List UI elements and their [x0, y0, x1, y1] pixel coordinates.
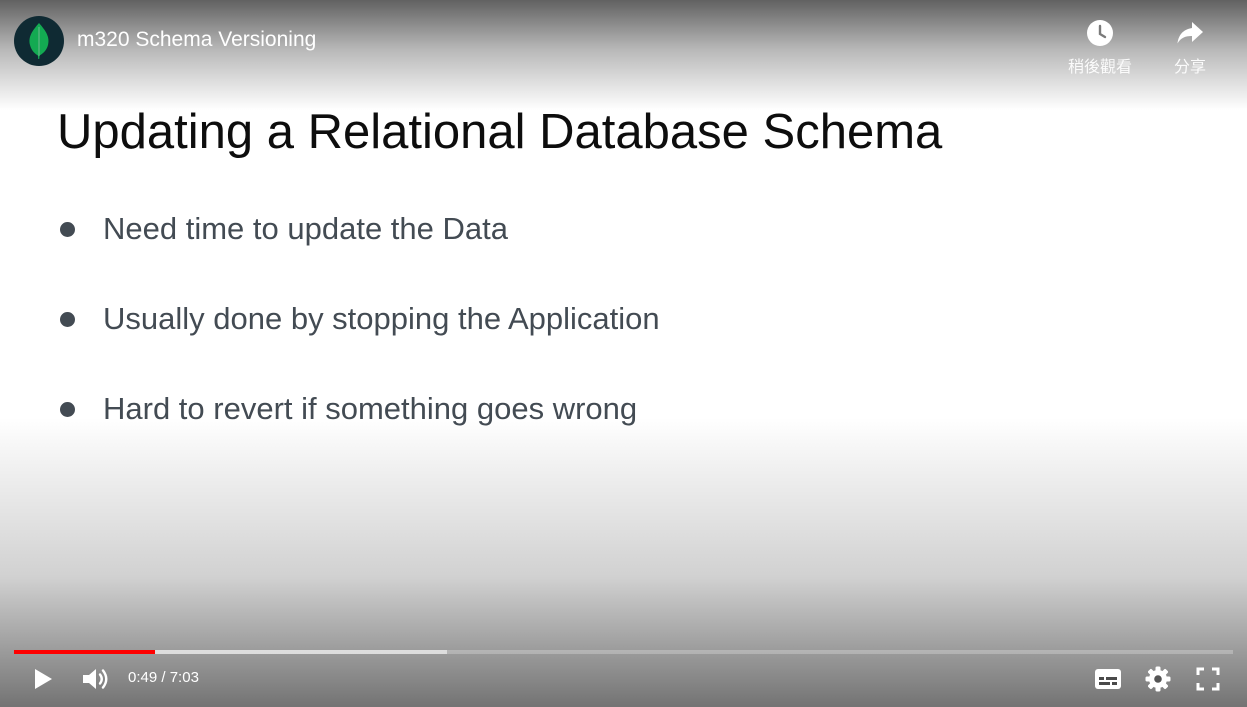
- volume-button[interactable]: [76, 656, 116, 702]
- fullscreen-button[interactable]: [1188, 656, 1228, 702]
- share-button[interactable]: 分享: [1150, 16, 1230, 77]
- player-controls: 0:49 / 7:03: [0, 656, 1247, 702]
- progress-bar[interactable]: [14, 650, 1233, 654]
- settings-button[interactable]: [1138, 656, 1178, 702]
- play-icon: [35, 669, 52, 689]
- play-button[interactable]: [24, 656, 62, 702]
- clock-icon: [1087, 20, 1113, 46]
- bullet-dot-icon: [60, 312, 75, 327]
- current-time: 0:49: [128, 669, 158, 686]
- watch-later-button[interactable]: 稍後觀看: [1060, 16, 1140, 77]
- video-player[interactable]: Updating a Relational Database Schema Ne…: [0, 0, 1247, 707]
- fullscreen-icon: [1196, 667, 1220, 691]
- share-arrow-icon: [1177, 22, 1203, 44]
- progress-played: [14, 650, 156, 654]
- volume-icon: [83, 669, 108, 689]
- bullet-text: Usually done by stopping the Application: [103, 301, 660, 336]
- bullet-dot-icon: [60, 222, 75, 237]
- mongodb-leaf-icon: [29, 23, 49, 59]
- channel-avatar[interactable]: [14, 16, 64, 66]
- subtitles-button[interactable]: [1088, 656, 1128, 702]
- time-separator: /: [157, 669, 170, 686]
- bullet-dot-icon: [60, 402, 75, 417]
- slide-title: Updating a Relational Database Schema: [57, 105, 943, 159]
- share-label: 分享: [1173, 59, 1206, 76]
- video-title[interactable]: m320 Schema Versioning: [77, 28, 316, 52]
- time-display: 0:49 / 7:03: [128, 669, 199, 686]
- gear-icon: [1145, 666, 1171, 692]
- subtitles-icon: [1095, 669, 1121, 689]
- bullet-text: Need time to update the Data: [103, 211, 508, 246]
- watch-later-label: 稍後觀看: [1067, 59, 1132, 76]
- duration: 7:03: [169, 669, 199, 686]
